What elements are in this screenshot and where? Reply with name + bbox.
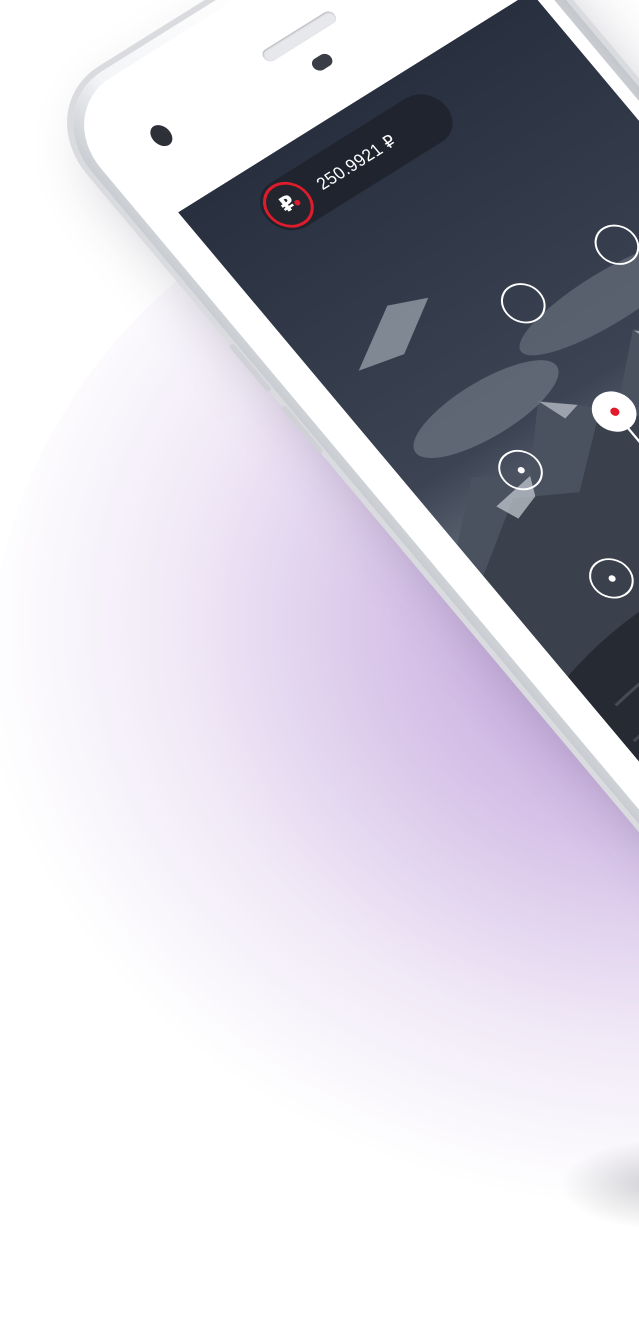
front-camera-icon — [309, 51, 336, 73]
proximity-sensor-icon — [145, 121, 177, 150]
marketing-stage: ₽ 250.9921 ₽ — [0, 0, 639, 1318]
